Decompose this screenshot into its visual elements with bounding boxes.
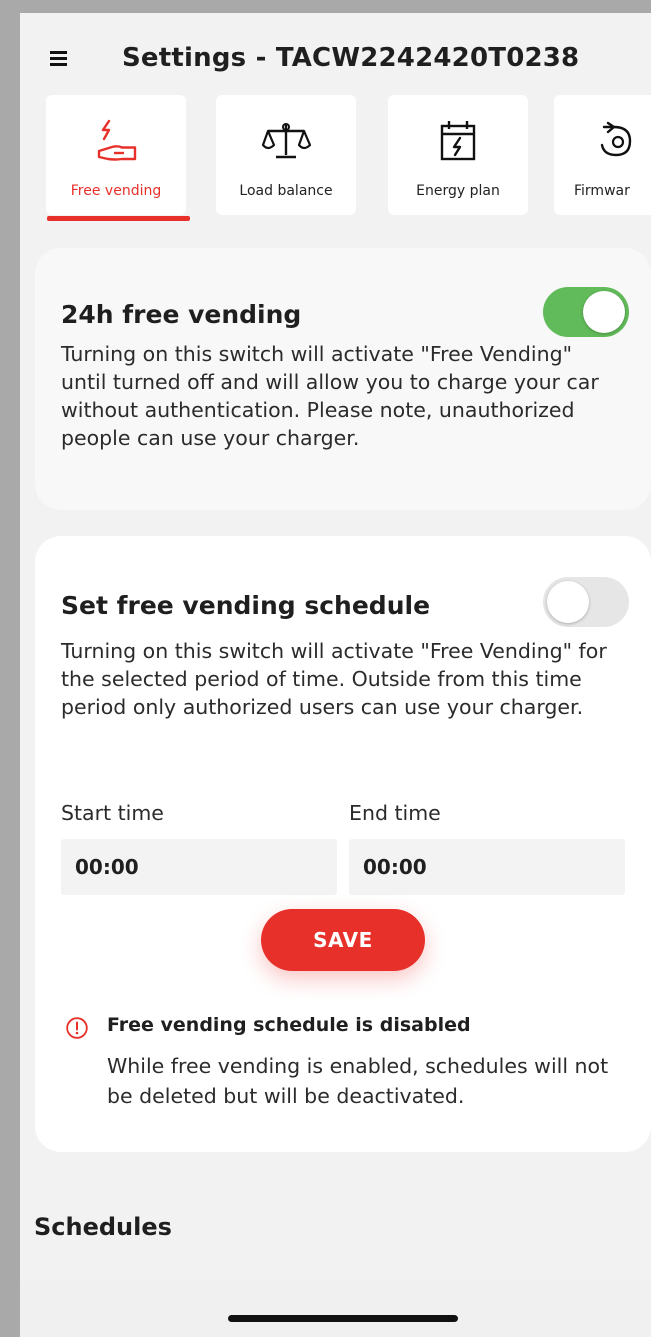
tab-free-vending[interactable]: Free vending	[46, 95, 186, 215]
free-vending-card: 24h free vending Turning on this switch …	[35, 248, 651, 510]
toggle-knob	[547, 581, 589, 623]
home-indicator[interactable]	[228, 1315, 458, 1322]
free-vending-description: Turning on this switch will activate "Fr…	[61, 342, 599, 450]
app-bar: Settings - TACW2242420T0238	[20, 13, 651, 105]
page-title: Settings - TACW2242420T0238	[122, 43, 580, 73]
tab-label: Load balance	[239, 183, 333, 199]
free-vending-icon	[97, 119, 137, 161]
warning-icon	[66, 1017, 88, 1039]
settings-tabs: Free vending Load balance Energy plan Fi…	[20, 95, 651, 235]
warning-text: While free vending is enabled, schedules…	[107, 1054, 609, 1108]
schedule-card: Set free vending schedule Turning on thi…	[35, 536, 651, 1152]
schedule-toggle[interactable]	[543, 577, 629, 627]
tab-label: Energy plan	[416, 183, 500, 199]
schedule-description: Turning on this switch will activate "Fr…	[61, 639, 607, 719]
firmware-icon	[600, 121, 632, 157]
end-time-input[interactable]: 00:00	[349, 839, 625, 895]
bottom-area	[20, 1281, 651, 1337]
schedule-title: Set free vending schedule	[61, 591, 431, 620]
end-time-label: End time	[349, 801, 441, 825]
scale-icon	[261, 123, 312, 159]
tab-firmware[interactable]: Firmwar	[554, 95, 651, 215]
warning-title: Free vending schedule is disabled	[107, 1014, 471, 1036]
tab-label: Firmwar	[574, 183, 630, 199]
save-button[interactable]: SAVE	[261, 909, 425, 971]
start-time-input[interactable]: 00:00	[61, 839, 337, 895]
free-vending-title: 24h free vending	[61, 300, 302, 329]
start-time-label: Start time	[61, 801, 164, 825]
active-tab-indicator	[47, 216, 190, 221]
free-vending-toggle[interactable]	[543, 287, 629, 337]
schedules-heading: Schedules	[34, 1213, 172, 1241]
tab-load-balance[interactable]: Load balance	[216, 95, 356, 215]
calendar-bolt-icon	[440, 121, 476, 161]
tab-label: Free vending	[70, 183, 162, 199]
menu-icon[interactable]	[50, 51, 70, 69]
toggle-knob	[583, 291, 625, 333]
app-screen: Settings - TACW2242420T0238 Free vending	[20, 13, 651, 1337]
tab-energy-plan[interactable]: Energy plan	[388, 95, 528, 215]
